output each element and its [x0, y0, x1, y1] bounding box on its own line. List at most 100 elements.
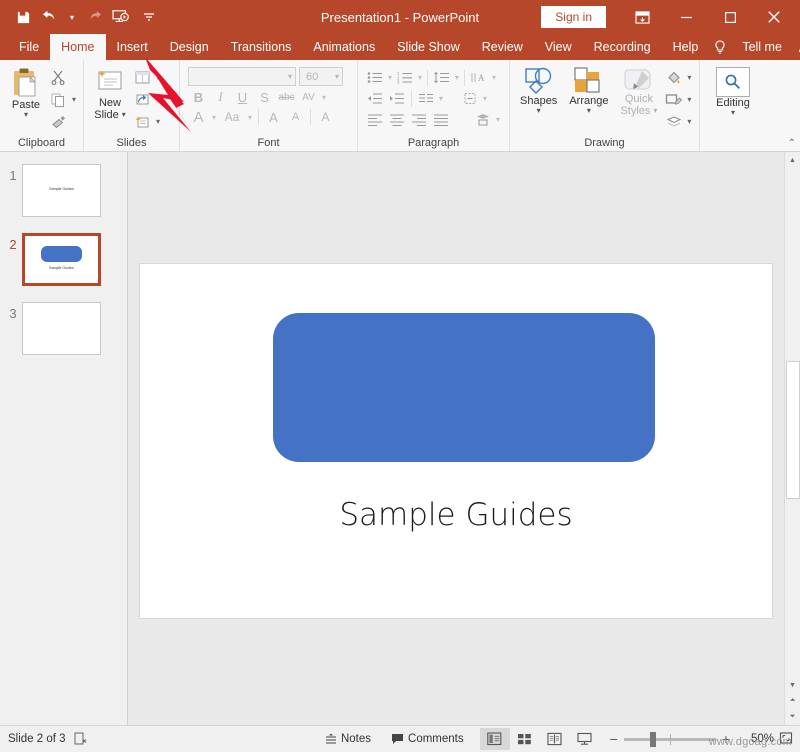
slide-counter[interactable]: Slide 2 of 3 [0, 733, 66, 745]
clear-formatting-button[interactable]: A [315, 107, 336, 127]
scrollbar-thumb[interactable] [785, 361, 800, 499]
notes-button[interactable]: Notes [315, 733, 381, 746]
align-right-icon[interactable] [408, 110, 430, 130]
increase-font-size-button[interactable]: A [263, 107, 284, 127]
normal-view-button[interactable] [479, 728, 510, 750]
collapse-ribbon-icon[interactable]: ⌃ [788, 138, 796, 149]
change-case-button[interactable]: Aa [219, 107, 245, 127]
increase-indent-icon[interactable] [386, 89, 408, 109]
text-direction-icon[interactable]: A [468, 68, 490, 88]
character-spacing-dropdown-icon[interactable]: ▾ [320, 93, 328, 102]
next-slide-icon[interactable]: ⏷ [784, 709, 800, 725]
undo-dropdown-icon[interactable]: ▾ [66, 4, 78, 30]
line-spacing-dropdown-icon[interactable]: ▾ [453, 73, 461, 82]
new-slide-button[interactable]: New Slide ▾ [88, 65, 132, 121]
tab-slide-show[interactable]: Slide Show [386, 34, 471, 60]
align-text-icon[interactable] [459, 89, 481, 109]
tab-transitions[interactable]: Transitions [220, 34, 303, 60]
numbering-dropdown-icon[interactable]: ▾ [416, 73, 424, 82]
font-name-input[interactable]: ▾ [188, 67, 296, 86]
underline-button[interactable]: U [232, 87, 253, 107]
scroll-down-icon[interactable]: ▼ [784, 677, 800, 693]
shapes-dropdown-icon[interactable]: ▾ [537, 107, 541, 115]
layout-dropdown-icon[interactable]: ▾ [154, 73, 162, 82]
layout-icon[interactable] [132, 68, 152, 87]
columns-dropdown-icon[interactable]: ▾ [437, 94, 445, 103]
slide-canvas[interactable]: Sample Guides [139, 262, 773, 619]
italic-button[interactable]: I [210, 87, 231, 107]
zoom-out-button[interactable]: − [610, 731, 618, 747]
bullets-dropdown-icon[interactable]: ▾ [386, 73, 394, 82]
justify-icon[interactable] [430, 110, 452, 130]
font-color-button[interactable]: A [188, 107, 209, 127]
tell-me-button[interactable]: Tell me [731, 34, 793, 60]
comments-button[interactable]: Comments [381, 733, 474, 745]
character-spacing-button[interactable]: AV [298, 87, 319, 107]
new-slide-dropdown-icon[interactable]: ▾ [122, 111, 126, 119]
close-icon[interactable] [752, 0, 796, 34]
previous-slide-icon[interactable]: ⏶ [784, 693, 800, 709]
shape-effects-dropdown-icon[interactable]: ▾ [685, 117, 693, 126]
shape-fill-icon[interactable] [663, 68, 683, 87]
slide-text-box[interactable]: Sample Guides [140, 497, 772, 533]
zoom-slider-track[interactable] [623, 731, 716, 747]
bullets-icon[interactable] [364, 68, 386, 88]
text-direction-dropdown-icon[interactable]: ▾ [490, 73, 498, 82]
slide-thumbnail-pane[interactable]: 1 Sample Guides 2 Sample Guides 3 [0, 152, 128, 725]
tab-help[interactable]: Help [662, 34, 710, 60]
bold-button[interactable]: B [188, 87, 209, 107]
save-icon[interactable] [10, 4, 36, 30]
tab-insert[interactable]: Insert [106, 34, 159, 60]
customize-quick-access-icon[interactable] [136, 4, 162, 30]
font-size-input[interactable]: 60 ▾ [299, 67, 343, 86]
editing-dropdown-icon[interactable]: ▾ [731, 109, 735, 117]
arrange-button[interactable]: Arrange ▾ [563, 65, 614, 115]
copy-dropdown-icon[interactable]: ▾ [70, 95, 78, 104]
reading-view-button[interactable] [540, 728, 570, 750]
tab-recording[interactable]: Recording [583, 34, 662, 60]
decrease-font-size-button[interactable]: A [285, 107, 306, 127]
thumbnail-preview[interactable] [22, 302, 101, 355]
paste-dropdown-icon[interactable]: ▾ [24, 111, 28, 119]
minimize-icon[interactable] [664, 0, 708, 34]
align-center-icon[interactable] [386, 110, 408, 130]
undo-icon[interactable] [38, 4, 64, 30]
tab-file[interactable]: File [8, 34, 50, 60]
maximize-icon[interactable] [708, 0, 752, 34]
vertical-scrollbar[interactable]: ▲ ▼ ⏶ ⏷ [784, 152, 800, 725]
decrease-indent-icon[interactable] [364, 89, 386, 109]
paste-button[interactable]: Paste ▾ [4, 65, 48, 119]
tab-review[interactable]: Review [471, 34, 534, 60]
shape-outline-icon[interactable] [663, 90, 683, 109]
accessibility-icon[interactable] [66, 732, 95, 746]
thumbnail-slide-3[interactable]: 3 [0, 302, 127, 355]
format-painter-icon[interactable] [48, 112, 68, 131]
reset-icon[interactable] [132, 90, 152, 109]
scroll-up-icon[interactable]: ▲ [784, 152, 800, 168]
slide-show-button[interactable] [570, 728, 600, 750]
thumbnail-slide-1[interactable]: 1 Sample Guides [0, 164, 127, 217]
convert-to-smartart-icon[interactable] [472, 110, 494, 130]
smartart-dropdown-icon[interactable]: ▾ [494, 115, 502, 124]
change-case-dropdown-icon[interactable]: ▾ [246, 113, 254, 122]
zoom-slider-thumb[interactable] [649, 731, 656, 747]
sign-in-button[interactable]: Sign in [541, 6, 606, 28]
arrange-dropdown-icon[interactable]: ▾ [587, 107, 591, 115]
shape-fill-dropdown-icon[interactable]: ▾ [685, 73, 693, 82]
rounded-rectangle-shape[interactable] [272, 313, 656, 462]
columns-icon[interactable] [415, 89, 437, 109]
tab-animations[interactable]: Animations [302, 34, 386, 60]
line-spacing-icon[interactable] [431, 68, 453, 88]
start-from-beginning-icon[interactable] [108, 4, 134, 30]
section-dropdown-icon[interactable]: ▾ [154, 117, 162, 126]
thumbnail-preview[interactable]: Sample Guides [22, 233, 101, 286]
numbering-icon[interactable]: 1 2 3 [394, 68, 416, 88]
align-text-dropdown-icon[interactable]: ▾ [481, 94, 489, 103]
tab-design[interactable]: Design [159, 34, 220, 60]
text-shadow-button[interactable]: S [254, 87, 275, 107]
cut-icon[interactable] [48, 68, 68, 87]
scrollbar-track[interactable] [784, 168, 800, 677]
slide-sorter-view-button[interactable] [510, 728, 540, 750]
thumbnail-preview[interactable]: Sample Guides [22, 164, 101, 217]
font-color-dropdown-icon[interactable]: ▾ [210, 113, 218, 122]
